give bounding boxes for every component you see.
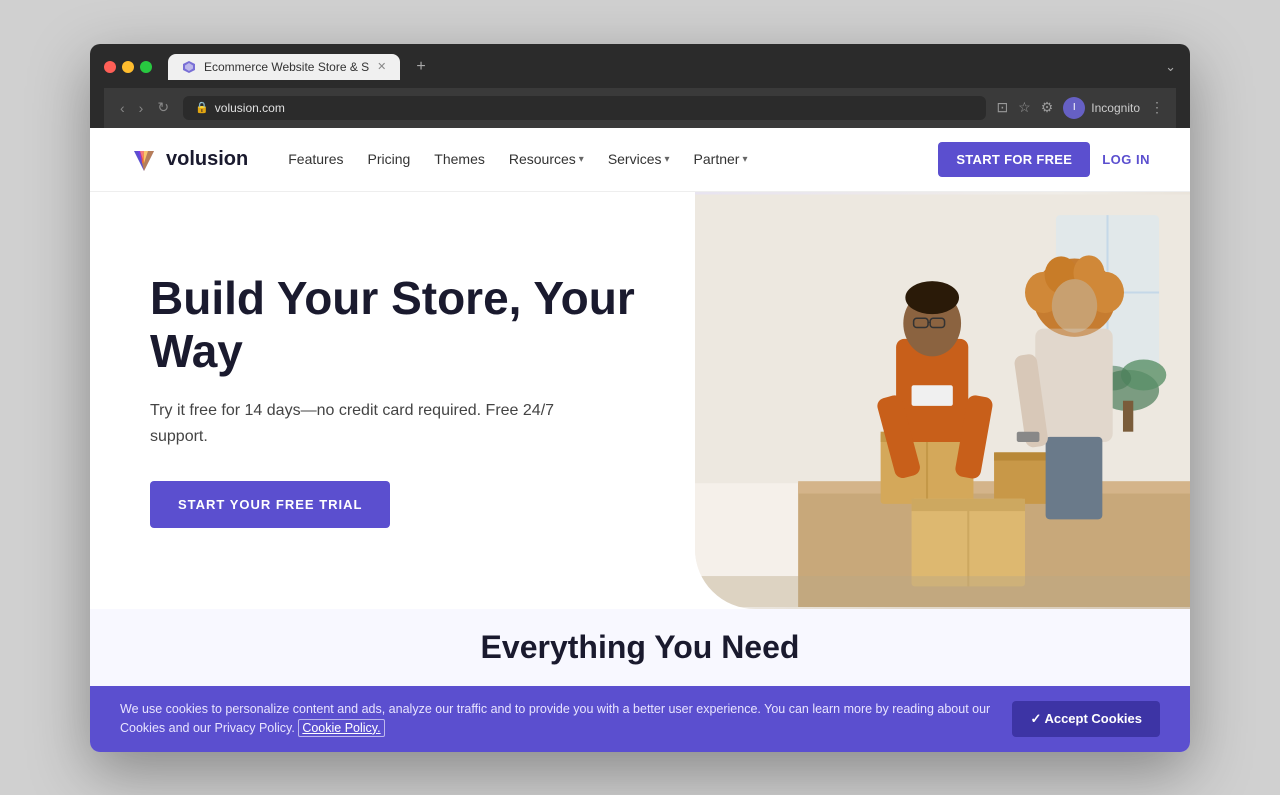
browser-titlebar: Ecommerce Website Store & S ✕ + ⌄ ‹ › ↻ …	[90, 44, 1190, 128]
reload-button[interactable]: ↻	[153, 97, 173, 118]
logo-text: volusion	[166, 148, 248, 171]
logo-area[interactable]: volusion	[130, 145, 248, 173]
tab-title: Ecommerce Website Store & S	[204, 60, 369, 74]
browser-tabs-row: Ecommerce Website Store & S ✕ + ⌄	[104, 54, 1176, 80]
hero-title: Build Your Store, Your Way	[150, 272, 655, 378]
incognito-profile-button[interactable]: I Incognito	[1063, 97, 1140, 119]
section-teaser-title: Everything You Need	[130, 629, 1150, 666]
address-bar[interactable]: 🔒 volusion.com	[183, 96, 986, 120]
site-navigation: volusion Features Pricing Themes Resourc…	[90, 128, 1190, 192]
tab-close-button[interactable]: ✕	[377, 60, 386, 73]
tab-expand-button[interactable]: ⌄	[1165, 59, 1176, 75]
toolbar-actions: ⊡ ☆ ⚙ I Incognito ⋮	[996, 97, 1164, 119]
minimize-window-button[interactable]	[122, 61, 134, 73]
browser-toolbar: ‹ › ↻ 🔒 volusion.com ⊡ ☆ ⚙ I Incognito ⋮	[104, 88, 1176, 128]
traffic-lights	[104, 61, 152, 73]
nav-pricing[interactable]: Pricing	[357, 145, 420, 173]
hero-left-content: Build Your Store, Your Way Try it free f…	[90, 192, 695, 610]
extensions-icon[interactable]: ⚙	[1041, 99, 1054, 116]
nav-resources[interactable]: Resources ▾	[499, 145, 594, 173]
new-tab-button[interactable]: +	[408, 54, 433, 80]
partner-chevron-icon: ▾	[742, 154, 747, 165]
volusion-logo-icon	[130, 145, 158, 173]
cast-icon[interactable]: ⊡	[996, 99, 1008, 116]
section-teaser: Everything You Need	[90, 609, 1190, 686]
cookie-text: We use cookies to personalize content an…	[120, 700, 992, 738]
nav-services[interactable]: Services ▾	[598, 145, 680, 173]
bookmark-icon[interactable]: ☆	[1018, 99, 1031, 116]
services-chevron-icon: ▾	[665, 154, 670, 165]
lock-icon: 🔒	[195, 101, 209, 114]
tab-favicon	[182, 60, 196, 74]
browser-nav-buttons: ‹ › ↻	[116, 97, 173, 118]
cookie-policy-link[interactable]: Cookie Policy.	[298, 719, 384, 737]
login-button[interactable]: LOG IN	[1102, 152, 1150, 167]
more-options-icon[interactable]: ⋮	[1150, 99, 1164, 116]
nav-themes[interactable]: Themes	[424, 145, 495, 173]
cookie-banner: We use cookies to personalize content an…	[90, 686, 1190, 752]
maximize-window-button[interactable]	[140, 61, 152, 73]
nav-features[interactable]: Features	[278, 145, 353, 173]
incognito-avatar: I	[1063, 97, 1085, 119]
nav-links: Features Pricing Themes Resources ▾ Serv…	[278, 145, 938, 173]
resources-chevron-icon: ▾	[579, 154, 584, 165]
start-trial-button[interactable]: START YOUR FREE TRIAL	[150, 481, 390, 528]
accept-cookies-button[interactable]: ✓ Accept Cookies	[1012, 701, 1160, 737]
incognito-label: Incognito	[1091, 101, 1140, 115]
browser-window: Ecommerce Website Store & S ✕ + ⌄ ‹ › ↻ …	[90, 44, 1190, 752]
back-button[interactable]: ‹	[116, 97, 129, 118]
nav-cta-area: START FOR FREE LOG IN	[938, 142, 1150, 177]
hero-image-area	[695, 192, 1190, 610]
close-window-button[interactable]	[104, 61, 116, 73]
active-tab[interactable]: Ecommerce Website Store & S ✕	[168, 54, 400, 80]
hero-image	[695, 192, 1190, 610]
forward-button[interactable]: ›	[135, 97, 148, 118]
start-for-free-button[interactable]: START FOR FREE	[938, 142, 1090, 177]
hero-section: Build Your Store, Your Way Try it free f…	[90, 192, 1190, 610]
hero-illustration	[695, 192, 1190, 610]
nav-partner[interactable]: Partner ▾	[684, 145, 758, 173]
website-content: volusion Features Pricing Themes Resourc…	[90, 128, 1190, 687]
hero-subtitle: Try it free for 14 days—no credit card r…	[150, 398, 610, 449]
url-text: volusion.com	[215, 101, 285, 115]
